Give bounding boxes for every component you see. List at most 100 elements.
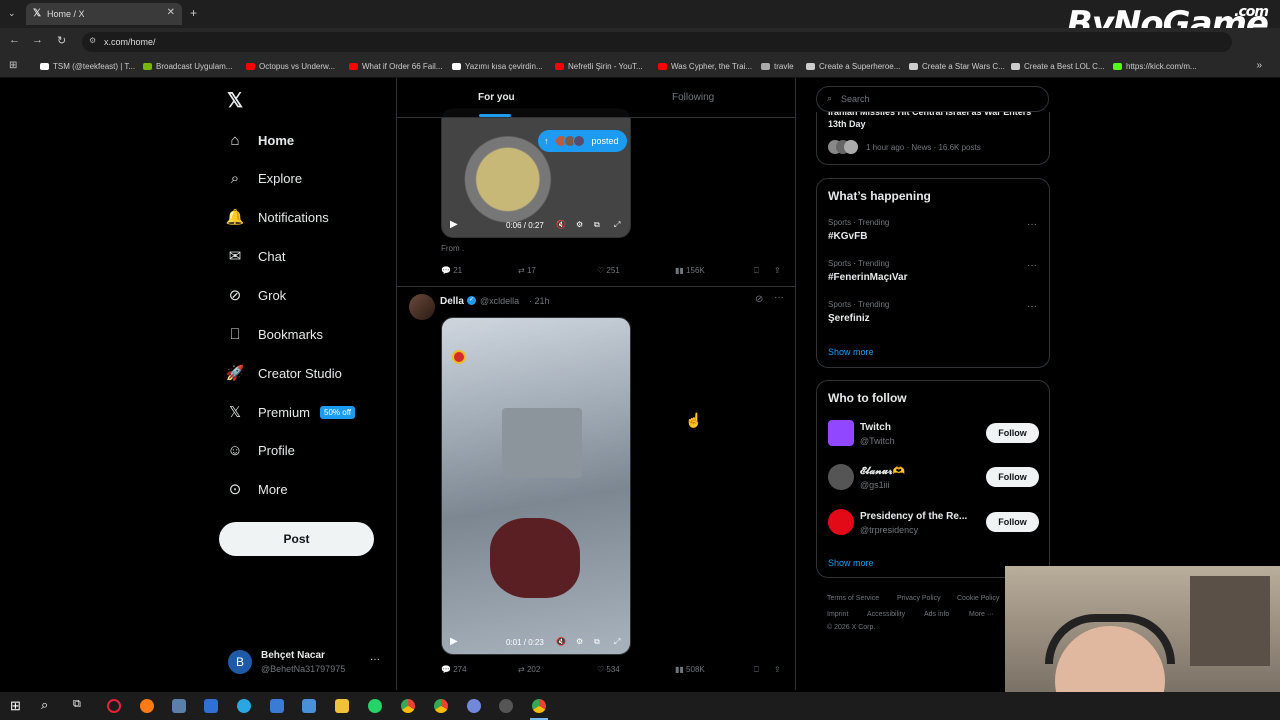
- follow-button[interactable]: Follow: [986, 512, 1039, 532]
- edge-icon[interactable]: [237, 699, 251, 713]
- follow-button[interactable]: Follow: [986, 467, 1039, 487]
- forward-icon[interactable]: →: [32, 34, 43, 46]
- footer-link[interactable]: Ads info: [924, 611, 949, 618]
- reload-icon[interactable]: ↻: [57, 34, 66, 47]
- chrome-icon[interactable]: [434, 699, 448, 713]
- settings-icon[interactable]: ⚙: [576, 637, 583, 646]
- chrome-icon[interactable]: [401, 699, 415, 713]
- views-button[interactable]: ▮▮ 156K: [675, 266, 705, 275]
- bookmark-item[interactable]: https://kick.com/m...: [1113, 62, 1197, 71]
- folder-icon[interactable]: [335, 699, 349, 713]
- follow-suggestion-handle[interactable]: @Twitch: [860, 436, 895, 446]
- avatar[interactable]: [828, 420, 854, 446]
- trend-more-icon[interactable]: ···: [1027, 219, 1037, 230]
- footer-link[interactable]: Accessibility: [867, 611, 905, 618]
- avatar[interactable]: [828, 509, 854, 535]
- site-info-icon[interactable]: ⚙: [89, 36, 96, 45]
- footer-link[interactable]: More ···: [969, 611, 994, 618]
- bookmark-post-button[interactable]: ⎕: [754, 665, 759, 675]
- footer-link[interactable]: Cookie Policy: [957, 595, 999, 602]
- play-icon[interactable]: ▶: [450, 219, 458, 230]
- follow-suggestion-handle[interactable]: @gs1iii: [860, 480, 890, 490]
- pip-icon[interactable]: ⧉: [594, 220, 600, 230]
- footer-link[interactable]: Privacy Policy: [897, 595, 941, 602]
- bookmark-item[interactable]: Create a Superheroe...: [806, 62, 900, 71]
- reply-button[interactable]: 💬 21: [441, 266, 462, 275]
- follow-suggestion-name[interactable]: Twitch: [860, 422, 891, 433]
- bookmark-item[interactable]: Create a Star Wars C...: [909, 62, 1005, 71]
- post2-time[interactable]: · 21h: [529, 296, 550, 306]
- app-icon[interactable]: [270, 699, 284, 713]
- follow-suggestion-name[interactable]: Presidency of the Re...: [860, 511, 967, 522]
- share-button[interactable]: ⇪: [774, 665, 781, 674]
- chrome-icon[interactable]: [532, 699, 546, 713]
- close-tab-icon[interactable]: ✕: [167, 7, 175, 18]
- task-view-icon[interactable]: ⧉: [73, 698, 81, 711]
- app-icon[interactable]: [302, 699, 316, 713]
- nav-item-creator-studio[interactable]: 🚀 Creator Studio: [226, 359, 342, 387]
- back-icon[interactable]: ←: [9, 34, 20, 46]
- news-card[interactable]: Iranian Missiles Hit Central Israel as W…: [816, 112, 1050, 165]
- trend-more-icon[interactable]: ···: [1027, 260, 1037, 271]
- bookmark-item[interactable]: TSM (@teekfeast) | T...: [40, 62, 135, 71]
- bookmark-post-button[interactable]: ⎕: [754, 266, 759, 276]
- taskbar-search-icon[interactable]: ⌕: [41, 697, 48, 713]
- footer-link[interactable]: Imprint: [827, 611, 848, 618]
- settings-icon[interactable]: ⚙: [576, 220, 583, 229]
- bookmark-item[interactable]: Broadcast Uygulam...: [143, 62, 232, 71]
- footer-link[interactable]: Terms of Service: [827, 595, 879, 602]
- account-more-icon[interactable]: ···: [370, 654, 380, 665]
- trend-more-icon[interactable]: ···: [1027, 301, 1037, 312]
- tab-for-you[interactable]: For you: [478, 92, 515, 103]
- app-icon[interactable]: [499, 699, 513, 713]
- nav-item-grok[interactable]: ⊘ Grok: [226, 281, 286, 309]
- bookmark-item[interactable]: Yazımı kısa çevirdin...: [452, 62, 543, 71]
- bookmark-item[interactable]: Create a Best LOL C...: [1011, 62, 1105, 71]
- follow-suggestion-name[interactable]: 𝓔𝓵𝓪𝓷𝓾𝓻🫶: [860, 466, 905, 477]
- store-icon[interactable]: [204, 699, 218, 713]
- whatsapp-icon[interactable]: [368, 699, 382, 713]
- tab-menu-icon[interactable]: ⌄: [8, 8, 16, 19]
- avatar[interactable]: [828, 464, 854, 490]
- post1-video[interactable]: ▶ 0:06 / 0:27 🔇 ⚙ ⧉ ⤢: [441, 108, 631, 238]
- repost-button[interactable]: ⇄ 17: [518, 266, 536, 275]
- more-bookmarks-icon[interactable]: »: [1256, 60, 1262, 71]
- bookmark-item[interactable]: What if Order 66 Fail...: [349, 62, 442, 71]
- fullscreen-icon[interactable]: ⤢: [614, 220, 620, 230]
- x-logo-icon[interactable]: 𝕏: [227, 88, 243, 113]
- post2-video[interactable]: ▶ 0:01 / 0:23 🔇 ⚙ ⧉ ⤢: [441, 317, 631, 655]
- avatar[interactable]: [409, 294, 435, 320]
- reply-button[interactable]: 💬 274: [441, 665, 467, 674]
- follow-button[interactable]: Follow: [986, 423, 1039, 443]
- bookmark-item[interactable]: Was Cypher, the Trai...: [658, 62, 752, 71]
- search-input[interactable]: ⌕ Search: [816, 86, 1049, 112]
- nav-item-chat[interactable]: ✉ Chat: [226, 242, 286, 270]
- bookmark-item[interactable]: Octopus vs Underw...: [246, 62, 335, 71]
- fullscreen-icon[interactable]: ⤢: [614, 637, 620, 647]
- nav-item-notifications[interactable]: 🔔 Notifications: [226, 203, 329, 231]
- nav-item-home[interactable]: ⌂ Home: [226, 126, 294, 154]
- repost-button[interactable]: ⇄ 202: [518, 665, 540, 674]
- like-button[interactable]: ♡ 534: [597, 665, 620, 674]
- views-button[interactable]: ▮▮ 508K: [675, 665, 705, 674]
- nav-item-more[interactable]: ⊙ More: [226, 475, 288, 503]
- nav-item-profile[interactable]: ☺ Profile: [226, 436, 295, 464]
- nav-item-explore[interactable]: ⌕ Explore: [226, 164, 302, 192]
- grok-icon[interactable]: ⊘: [755, 294, 763, 305]
- nav-item-bookmarks[interactable]: ⎕ Bookmarks: [226, 320, 323, 348]
- nav-item-premium[interactable]: 𝕏 Premium 50% off: [226, 398, 355, 426]
- post2-handle[interactable]: @xcldella: [480, 296, 519, 306]
- new-tab-button[interactable]: +: [190, 6, 197, 20]
- post-button[interactable]: Post: [219, 522, 374, 556]
- account-switcher[interactable]: B Behçet Nacar @BehetNa31797975 ···: [226, 648, 386, 680]
- show-more-trends[interactable]: Show more: [828, 347, 874, 357]
- tab-following[interactable]: Following: [672, 92, 714, 103]
- show-more-follow[interactable]: Show more: [828, 558, 874, 568]
- pip-icon[interactable]: ⧉: [594, 637, 600, 647]
- address-bar[interactable]: ⚙ x.com/home/: [82, 32, 1232, 52]
- follow-suggestion-handle[interactable]: @trpresidency: [860, 525, 918, 535]
- trend-tag[interactable]: #FenerinMaçıVar: [828, 272, 907, 283]
- browser-tab[interactable]: 𝕏 Home / X ✕: [26, 3, 182, 25]
- like-button[interactable]: ♡ 251: [597, 266, 620, 275]
- mute-icon[interactable]: 🔇: [556, 637, 566, 646]
